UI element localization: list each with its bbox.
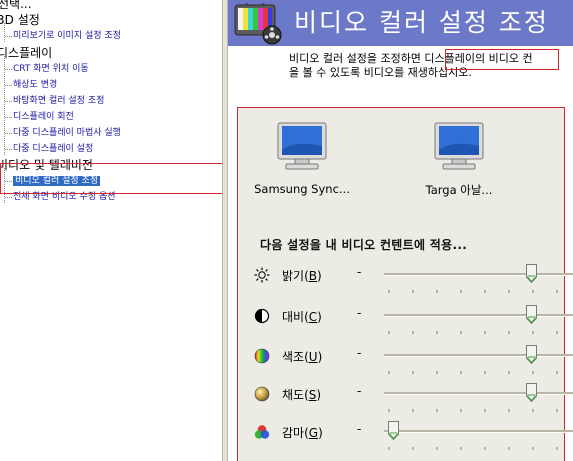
page-title: 비디오 컬러 설정 조정 bbox=[294, 8, 549, 37]
tree-item-label: 미리보기로 이미지 설정 조정 bbox=[13, 31, 121, 41]
slider-ticks bbox=[384, 397, 573, 412]
setting-label-saturation: 채도(S) bbox=[282, 388, 322, 402]
setting-row-brightness: 밝기(B) - bbox=[254, 264, 573, 293]
decrease-label: - bbox=[357, 346, 362, 360]
video-color-icon bbox=[234, 3, 282, 45]
slider-ticks bbox=[384, 359, 573, 374]
tree-item-label: 다중 디스플레이 설정 bbox=[13, 144, 94, 154]
slider-track-contrast[interactable] bbox=[384, 314, 573, 317]
decrease-label: - bbox=[357, 306, 362, 320]
monitor-option-2[interactable]: Targa 아날... bbox=[404, 122, 514, 198]
monitor-label: Targa 아날... bbox=[425, 183, 493, 197]
tree-item[interactable]: 해상도 변경 bbox=[13, 77, 57, 93]
tree-item-label: 다중 디스플레이 마법사 실행 bbox=[13, 128, 121, 138]
tree-guide-line bbox=[5, 117, 12, 118]
setting-row-contrast: 대비(C) - bbox=[254, 305, 573, 334]
setting-row-gamma: 감마(G) - bbox=[254, 421, 573, 450]
saturation-icon bbox=[254, 386, 270, 402]
settings-panel: Samsung Sync... Targa 아날... 다음 설정을 내 비디오… bbox=[237, 107, 573, 461]
slider-track-gamma[interactable] bbox=[384, 430, 573, 433]
contrast-icon bbox=[254, 308, 270, 324]
slider-thumb-hue[interactable] bbox=[525, 345, 537, 365]
content-pane: 비디오 컬러 설정 조정 비디오 컬러 설정을 조정하면 디스플레이의 비디오 … bbox=[228, 0, 573, 461]
setting-label-contrast: 대비(C) bbox=[282, 310, 322, 324]
tree-category[interactable]: 3D 설정 bbox=[0, 12, 40, 28]
slider-track-hue[interactable] bbox=[384, 354, 573, 357]
decrease-label: - bbox=[357, 265, 362, 279]
tree-guide-line bbox=[5, 69, 12, 70]
tree-guide-line bbox=[5, 197, 12, 198]
tree-highlight-box bbox=[0, 163, 222, 194]
tree-guide-line bbox=[5, 101, 12, 102]
navigation-tree[interactable]: 선택... 3D 설정미리보기로 이미지 설정 조정디스플레이 CRT 화면 위치… bbox=[0, 0, 222, 461]
tree-category[interactable]: 디스플레이 bbox=[0, 45, 52, 61]
tree-item[interactable]: 다중 디스플레이 설정 bbox=[13, 141, 93, 157]
monitor-icon bbox=[434, 122, 484, 170]
decrease-label: - bbox=[357, 422, 362, 436]
slider-thumb-gamma[interactable] bbox=[387, 421, 399, 441]
setting-label-brightness: 밝기(B) bbox=[282, 269, 322, 283]
tree-item[interactable]: 디스플레이 회전 bbox=[13, 109, 74, 125]
page-banner: 비디오 컬러 설정 조정 bbox=[228, 0, 573, 46]
hue-icon bbox=[254, 348, 270, 364]
slider-thumb-brightness[interactable] bbox=[525, 264, 537, 284]
monitor-label: Samsung Sync... bbox=[254, 182, 350, 196]
tree-guide-line bbox=[5, 133, 12, 134]
setting-label-hue: 색조(U) bbox=[282, 350, 323, 364]
tree-item-label: 해상도 변경 bbox=[13, 80, 58, 90]
setting-row-saturation: 채도(S) - bbox=[254, 383, 573, 412]
description-highlight-box bbox=[445, 49, 559, 70]
tree-item[interactable]: 바탕화면 컬러 설정 조정 bbox=[13, 93, 104, 109]
slider-ticks bbox=[384, 278, 573, 293]
tree-guide-line bbox=[4, 23, 5, 42]
tree-guide-line bbox=[5, 149, 12, 150]
tree-guide-line bbox=[4, 56, 5, 155]
tree-guide-line bbox=[5, 36, 12, 37]
slider-ticks bbox=[384, 319, 573, 334]
slider-track-saturation[interactable] bbox=[384, 392, 573, 395]
tree-item[interactable]: 다중 디스플레이 마법사 실행 bbox=[13, 125, 121, 141]
tree-header: 선택... bbox=[0, 0, 32, 11]
slider-thumb-saturation[interactable] bbox=[525, 383, 537, 403]
slider-track-brightness[interactable] bbox=[384, 273, 573, 276]
monitor-icon bbox=[277, 122, 327, 170]
tree-item[interactable]: CRT 화면 위치 이동 bbox=[13, 61, 89, 77]
decrease-label: - bbox=[357, 384, 362, 398]
brightness-icon bbox=[254, 267, 270, 283]
gamma-icon bbox=[254, 424, 270, 440]
tree-item[interactable]: 미리보기로 이미지 설정 조정 bbox=[13, 28, 121, 44]
tree-item-label: 디스플레이 회전 bbox=[13, 112, 74, 122]
slider-ticks bbox=[384, 435, 573, 450]
slider-thumb-contrast[interactable] bbox=[525, 305, 537, 325]
tree-item-label: 바탕화면 컬러 설정 조정 bbox=[13, 96, 105, 106]
setting-label-gamma: 감마(G) bbox=[282, 426, 323, 440]
apply-settings-label: 다음 설정을 내 비디오 컨텐트에 적용... bbox=[260, 238, 468, 252]
tree-item-label: CRT 화면 위치 이동 bbox=[13, 64, 89, 74]
monitor-option-1[interactable]: Samsung Sync... bbox=[247, 122, 357, 196]
setting-row-hue: 색조(U) - bbox=[254, 345, 573, 374]
tree-guide-line bbox=[5, 85, 12, 86]
